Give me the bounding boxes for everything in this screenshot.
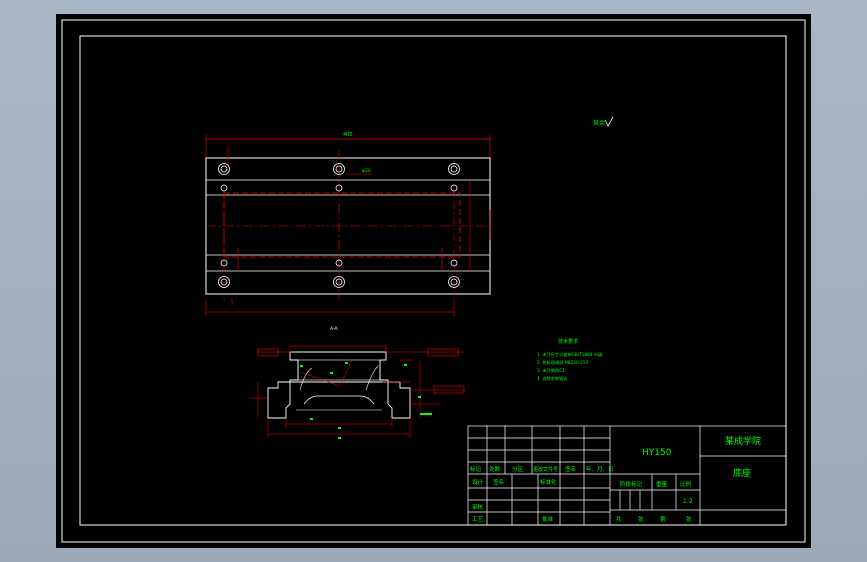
header-change-doc: 更改文件号 (533, 466, 558, 473)
roughness-label: 其余 (593, 119, 605, 127)
drawing-number: HY150 (642, 448, 672, 458)
tech-notes: 技术要求 1. 未注尺寸公差按GB/T1804-m级 2. 热处理调质 HB22… (537, 338, 603, 382)
company-name: 某成学院 (725, 435, 761, 447)
top-view: 400 φ20 A-A (205, 132, 491, 332)
label-approve: 批准 (542, 515, 554, 523)
sheet-total-unit: 张 (638, 515, 644, 523)
tech-note-3: 3. 未注倒角C1 (537, 367, 565, 374)
header-zone: 分区 (512, 465, 524, 473)
sheet-total-label: 共 (616, 515, 622, 523)
scale-value: 1:2 (683, 498, 693, 505)
outer-frame (61, 19, 806, 543)
label-scale: 比例 (680, 480, 692, 488)
tech-note-4: 4. 去除毛刺锐边 (537, 375, 568, 382)
drawing-canvas: 其余 400 φ20 A-A 技术要求 1. 未注尺寸公差按GB/T1804-m… (61, 19, 806, 543)
label-weight: 重量 (656, 480, 668, 488)
label-process: 工艺 (472, 516, 484, 523)
tech-title: 技术要求 (558, 338, 578, 345)
label-design-sign: 签名 (493, 478, 504, 486)
section-view (250, 345, 465, 439)
header-mark: 标记 (470, 465, 482, 473)
cad-viewport[interactable]: 其余 400 φ20 A-A 技术要求 1. 未注尺寸公差按GB/T1804-m… (0, 0, 867, 562)
inner-border (79, 35, 787, 526)
header-count: 处数 (489, 465, 501, 473)
header-date: 年、月、日 (586, 465, 614, 473)
dim-hole-diameter: φ20 (362, 168, 371, 174)
header-sign: 签名 (565, 465, 576, 473)
label-check: 审核 (472, 503, 484, 511)
section-mark: A-A (330, 326, 339, 332)
tech-note-2: 2. 热处理调质 HB220-250 (537, 359, 588, 366)
roughness-symbol (604, 116, 614, 127)
title-block: HY150 某成学院 底座 标记 处数 分区 更改文件号 签名 年、月、日 设计… (467, 425, 787, 526)
dim-overall-width: 400 (343, 132, 353, 138)
label-stage: 阶段标记 (620, 480, 643, 488)
tech-note-1: 1. 未注尺寸公差按GB/T1804-m级 (537, 351, 603, 358)
label-standardize: 标准化 (540, 478, 557, 486)
sheet-no-label: 第 (660, 515, 666, 523)
label-design: 设计 (472, 478, 484, 486)
part-name: 底座 (733, 467, 751, 479)
sheet-no-unit: 张 (686, 515, 692, 523)
